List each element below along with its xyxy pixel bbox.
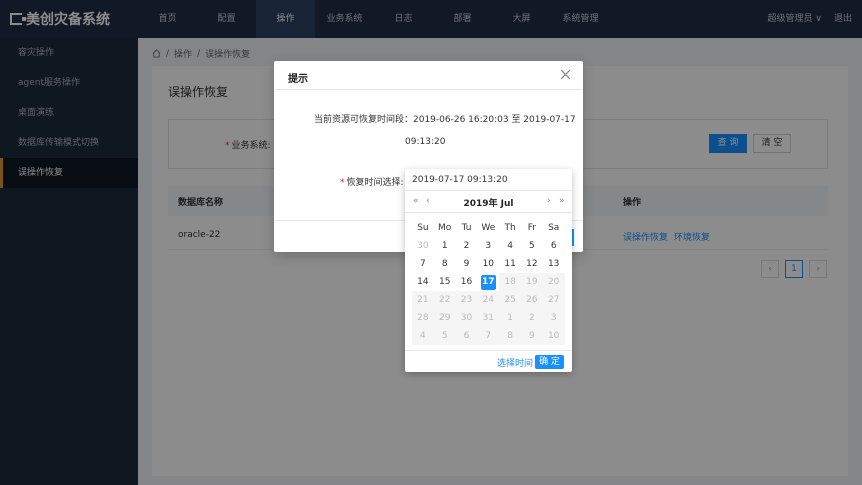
next-month-button[interactable]: ›: [547, 196, 551, 206]
calendar-day[interactable]: 6: [543, 237, 565, 255]
calendar-day-disabled: 31: [477, 309, 500, 327]
weekday-label: Tu: [461, 223, 472, 233]
calendar-day-disabled: 3: [542, 309, 565, 327]
weekday-label: We: [481, 223, 496, 233]
calendar-day[interactable]: 15: [434, 273, 456, 291]
week-row: 4 5 6 7 8 9 10: [412, 327, 565, 345]
picker-confirm-button[interactable]: 确 定: [535, 355, 564, 369]
calendar-day-disabled: 26: [520, 291, 543, 309]
calendar-day[interactable]: 11: [499, 255, 521, 273]
calendar-day-disabled: 22: [433, 291, 456, 309]
calendar-day-disabled: 7: [477, 327, 500, 345]
calendar-day[interactable]: 5: [521, 237, 543, 255]
calendar-day-disabled: 21: [412, 291, 434, 309]
select-time-link[interactable]: 选择时间: [497, 356, 533, 369]
date-picker: 2019-07-17 09:13:20 « ‹ 2019年 Jul › » Su…: [405, 169, 572, 372]
weekday-label: Su: [417, 223, 429, 233]
calendar-day[interactable]: 1: [434, 237, 456, 255]
weekday-label: Fr: [527, 223, 536, 233]
close-icon[interactable]: [560, 69, 571, 80]
calendar-day-disabled: 8: [499, 327, 521, 345]
calendar-day[interactable]: 12: [521, 255, 543, 273]
calendar-day[interactable]: 8: [434, 255, 456, 273]
week-row: 7 8 9 10 11 12 13: [412, 255, 565, 273]
calendar-day-disabled: 19: [520, 273, 543, 291]
calendar-day-disabled: 23: [455, 291, 478, 309]
dialog-title: 提示: [288, 74, 308, 85]
week-row: 14 15 16 17 18 19 20: [412, 273, 565, 291]
calendar-day[interactable]: 3: [477, 237, 499, 255]
calendar-day[interactable]: 13: [543, 255, 565, 273]
recovery-range-text: 当前资源可恢复时间段：2019-06-26 16:20:03 至 2019-07…: [314, 115, 576, 125]
calendar-day[interactable]: 16: [456, 273, 478, 291]
picker-footer: 选择时间 确 定: [405, 350, 572, 372]
calendar-day-disabled: 20: [542, 273, 565, 291]
calendar-day-disabled: 5: [433, 327, 456, 345]
calendar-day-disabled: 29: [433, 309, 456, 327]
calendar-day[interactable]: 2: [456, 237, 478, 255]
week-row: 28 29 30 31 1 2 3: [412, 309, 565, 327]
weekday-label: Th: [504, 223, 516, 233]
week-row: 21 22 23 24 25 26 27: [412, 291, 565, 309]
weekday-row: Su Mo Tu We Th Fr Sa: [412, 219, 565, 237]
calendar-day-disabled: 1: [499, 309, 521, 327]
calendar-day-disabled: 18: [499, 273, 521, 291]
recovery-range-text-cont: 09:13:20: [405, 137, 446, 147]
calendar-day-disabled: 24: [477, 291, 500, 309]
calendar-day[interactable]: 7: [412, 255, 434, 273]
week-row: 30 1 2 3 4 5 6: [412, 237, 565, 255]
calendar-day-disabled: 30: [455, 309, 478, 327]
calendar-day-disabled: 2: [520, 309, 543, 327]
calendar-day-disabled: 6: [455, 327, 478, 345]
calendar-day-selected[interactable]: 17: [477, 273, 499, 291]
next-year-button[interactable]: »: [559, 196, 565, 206]
calendar-day-disabled: 27: [542, 291, 565, 309]
calendar-day-disabled: 28: [412, 309, 434, 327]
weekday-label: Sa: [548, 223, 560, 233]
calendar-day[interactable]: 10: [477, 255, 499, 273]
calendar-day[interactable]: 4: [499, 237, 521, 255]
calendar-day[interactable]: 9: [456, 255, 478, 273]
calendar-day-disabled: 10: [542, 327, 565, 345]
recovery-time-label: * 恢复时间选择:: [340, 178, 404, 188]
calendar-day-disabled: 25: [499, 291, 521, 309]
dialog-header: 提示: [274, 61, 583, 90]
recovery-time-input[interactable]: 2019-07-17 09:13:20: [405, 169, 572, 191]
calendar-day-disabled: 9: [520, 327, 543, 345]
picker-header: « ‹ 2019年 Jul › »: [405, 191, 572, 213]
calendar-day-disabled: 4: [412, 327, 434, 345]
calendar-grid: Su Mo Tu We Th Fr Sa 30 1 2 3 4 5 6 7 8 …: [412, 219, 565, 345]
weekday-label: Mo: [438, 223, 452, 233]
calendar-day[interactable]: 30: [412, 237, 434, 255]
calendar-day[interactable]: 14: [412, 273, 434, 291]
